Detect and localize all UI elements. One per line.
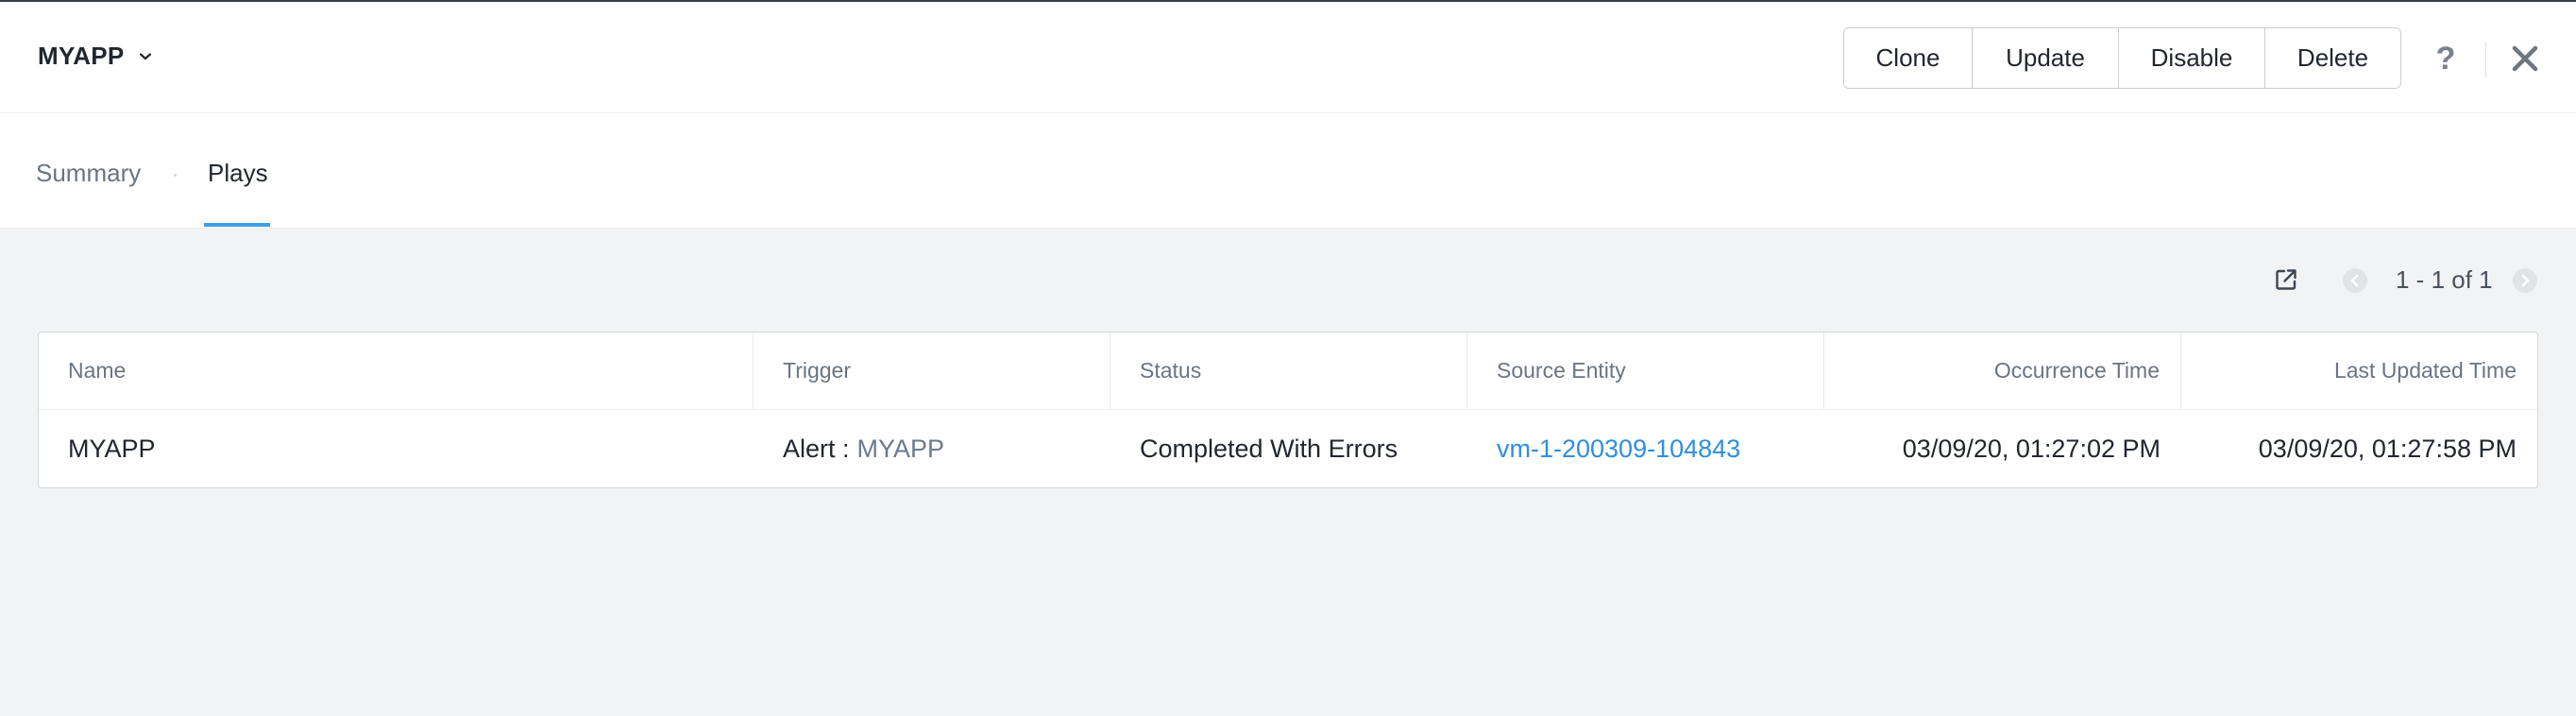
column-header-status[interactable]: Status (1110, 332, 1467, 409)
trigger-type: Alert : (783, 435, 850, 463)
update-button[interactable]: Update (1973, 28, 2119, 88)
disable-button[interactable]: Disable (2119, 28, 2265, 88)
table-row[interactable]: MYAPP Alert : MYAPP Completed With Error… (39, 410, 2537, 488)
cell-last-updated-time: 03/09/20, 01:27:58 PM (2258, 435, 2517, 463)
cell-status: Completed With Errors (1140, 435, 1398, 463)
plays-table: Name Trigger Status Source Entity Occurr… (38, 332, 2538, 488)
pagination-label: 1 - 1 of 1 (2396, 265, 2493, 294)
main-content: 1 - 1 of 1 Name Trigger Status Source En… (0, 228, 2576, 716)
column-header-occurrence-time[interactable]: Occurrence Time (1824, 332, 2181, 409)
column-header-name[interactable]: Name (39, 332, 754, 409)
cell-trigger: Alert : MYAPP (754, 410, 1110, 488)
action-button-group: Clone Update Disable Delete (1843, 27, 2401, 89)
active-tab-indicator (204, 223, 270, 227)
cell-name: MYAPP (68, 435, 156, 463)
tab-summary[interactable]: Summary (36, 159, 141, 188)
app-name: MYAPP (38, 42, 125, 70)
app-header: MYAPP Clone Update Disable Delete ? (0, 2, 2576, 113)
header-divider (2485, 42, 2486, 77)
column-header-trigger[interactable]: Trigger (754, 332, 1110, 409)
trigger-link[interactable]: MYAPP (857, 435, 945, 464)
chevron-down-icon (138, 49, 153, 64)
help-icon[interactable]: ? (2430, 36, 2462, 81)
column-header-source-entity[interactable]: Source Entity (1467, 332, 1824, 409)
external-link-icon[interactable] (2274, 267, 2298, 292)
cell-occurrence-time: 03/09/20, 01:27:02 PM (1902, 435, 2161, 463)
tab-separator (174, 174, 177, 177)
tab-bar: Summary Plays (0, 113, 2576, 228)
column-header-last-updated-time[interactable]: Last Updated Time (2181, 332, 2537, 409)
close-icon[interactable] (2508, 42, 2542, 76)
source-entity-link[interactable]: vm-1-200309-104843 (1497, 435, 1740, 464)
delete-button[interactable]: Delete (2265, 28, 2400, 88)
clone-button[interactable]: Clone (1844, 28, 1973, 88)
tab-plays[interactable]: Plays (208, 159, 268, 188)
chevron-right-icon[interactable] (2512, 267, 2538, 294)
cell-source-entity: vm-1-200309-104843 (1467, 410, 1824, 488)
chevron-left-icon[interactable] (2342, 267, 2368, 294)
app-selector[interactable]: MYAPP (38, 42, 153, 71)
table-header: Name Trigger Status Source Entity Occurr… (39, 332, 2537, 410)
